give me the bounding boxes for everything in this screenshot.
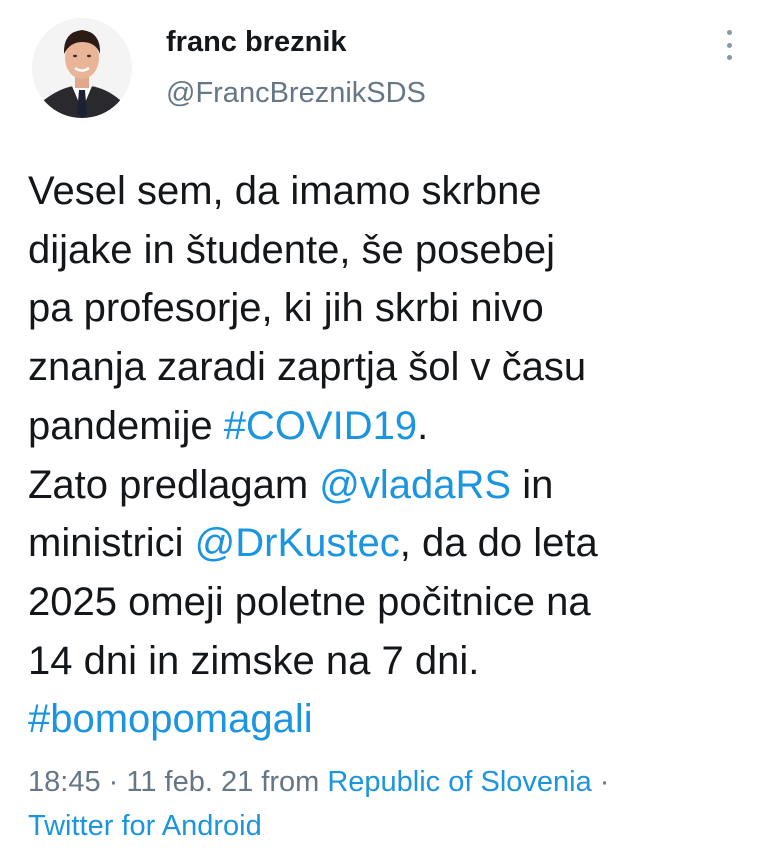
user-handle[interactable]: @FrancBreznikSDS	[166, 77, 426, 110]
tweet-line: pandemije #COVID19.	[28, 397, 738, 456]
tweet-text-segment: znanja zaradi zaprtja šol v času	[28, 345, 587, 390]
more-dot	[726, 30, 732, 35]
meta-separator: ·	[100, 766, 127, 798]
tweet-text: Vesel sem, da imamo skrbne dijake in štud…	[28, 162, 738, 749]
tweet-line: pa profesorje, ki jih skrbi nivo	[28, 279, 738, 338]
tweet-time[interactable]: 18:45	[28, 766, 101, 798]
hashtag-link[interactable]: #COVID19	[224, 404, 417, 448]
tweet-text-segment: pa profesorje, ki jih skrbi nivo	[28, 286, 544, 331]
meta-line-1: 18:45 · 11 feb. 21 from Republic of Slov…	[28, 760, 748, 804]
tweet-line: dijake in študente, še posebej	[28, 221, 738, 280]
tweet-line: #bomopomagali	[28, 690, 738, 749]
avatar-image	[32, 18, 132, 118]
more-vertical-icon[interactable]	[718, 30, 740, 60]
tweet-text-segment: dijake in študente, še posebej	[28, 227, 556, 272]
avatar[interactable]	[32, 18, 132, 118]
tweet-meta: 18:45 · 11 feb. 21 from Republic of Slov…	[28, 760, 748, 848]
source-link[interactable]: Twitter for Android	[28, 804, 748, 848]
tweet-line: 14 dni in zimske na 7 dni.	[28, 632, 738, 691]
tweet-text-segment: 14 dni in zimske na 7 dni.	[28, 638, 480, 683]
tweet-line: 2025 omeji poletne počitnice na	[28, 573, 738, 632]
tweet-line: Zato predlagam @vladaRS in	[28, 456, 738, 515]
from-label: from	[253, 766, 328, 798]
tweet-text-segment: in	[511, 462, 554, 507]
tweet-line: ministrici @DrKustec, da do leta	[28, 514, 738, 573]
tweet-text-segment: pandemije	[28, 403, 224, 448]
tweet-text-segment: .	[417, 403, 429, 448]
more-dot	[726, 42, 732, 48]
tweet-text-segment: ministrici	[28, 521, 195, 566]
tweet: franc breznik @FrancBreznikSDS Vesel sem…	[0, 0, 771, 860]
meta-separator-trailing: ·	[591, 766, 610, 798]
mention-link[interactable]: @vladaRS	[319, 463, 511, 507]
tweet-text-segment: Vesel sem, da imamo skrbne	[28, 169, 542, 213]
location-link[interactable]: Republic of Slovenia	[327, 766, 591, 798]
tweet-text-segment: 2025 omeji poletne počitnice na	[28, 579, 591, 624]
more-dot	[726, 55, 732, 60]
tweet-text-segment: , da do leta	[399, 521, 598, 566]
tweet-line: znanja zaradi zaprtja šol v času	[28, 338, 738, 397]
tweet-date[interactable]: 11 feb. 21	[126, 766, 253, 798]
tweet-text-segment: Zato predlagam	[28, 462, 320, 507]
mention-link[interactable]: @DrKustec	[195, 521, 400, 565]
tweet-line: Vesel sem, da imamo skrbne	[28, 162, 738, 221]
display-name[interactable]: franc breznik	[166, 26, 347, 59]
hashtag-link[interactable]: #bomopomagali	[28, 697, 313, 741]
